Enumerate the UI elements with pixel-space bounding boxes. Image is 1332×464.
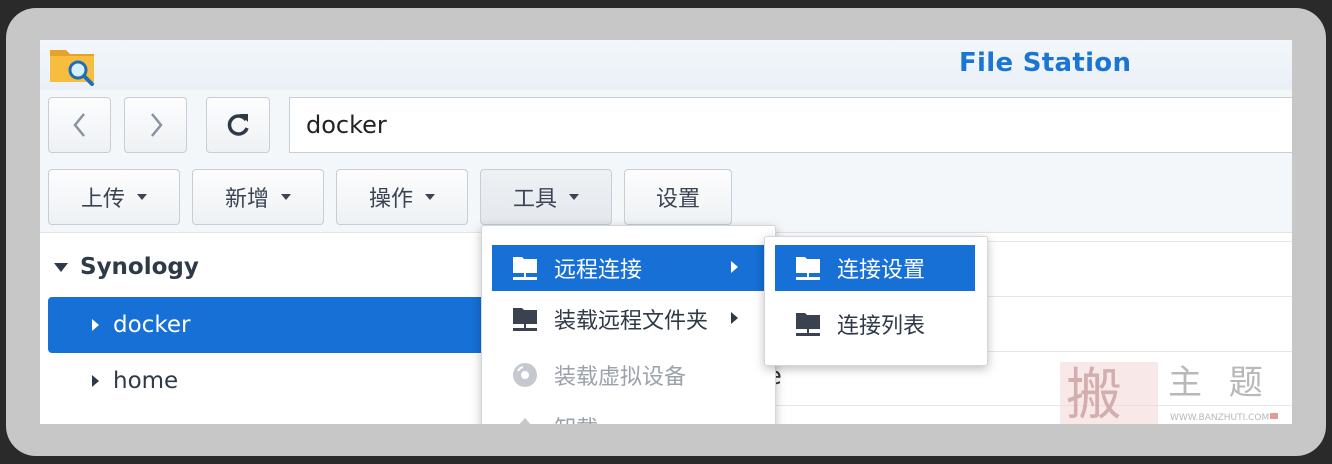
eject-icon [519,418,531,424]
settings-button[interactable]: 设置 [624,169,732,225]
menu-item-label: 卸载 [554,411,598,424]
menu-item-label: 装载远程文件夹 [554,309,709,334]
svg-text:WWW.BANZHUTI.COM: WWW.BANZHUTI.COM [1170,413,1269,423]
network-folder-icon [513,257,537,280]
network-folder-icon [513,308,537,331]
menu-item-mount-remote-folder[interactable]: 装载远程文件夹 [492,296,764,342]
disc-icon [513,363,537,387]
tree-root-synology[interactable]: Synology [54,254,199,280]
chevron-left-icon [72,113,85,137]
forward-button[interactable] [124,97,187,153]
create-button[interactable]: 新增 [192,169,324,225]
menu-item-label: 连接设置 [837,258,926,283]
action-button[interactable]: 操作 [336,169,468,225]
tree-item-home[interactable]: home [48,353,508,409]
menu-item-label: 装载虚拟设备 [554,365,687,390]
svg-text:搬: 搬 [1066,363,1122,424]
caret-down-icon [569,194,579,200]
chevron-right-icon [150,113,163,137]
file-station-app-icon [50,50,94,86]
expanded-triangle-icon [54,262,68,272]
submenu-arrow-icon [731,312,738,324]
menu-item-connection-settings[interactable]: 连接设置 [775,245,975,291]
tree-item-label: docker [113,312,191,338]
tools-button[interactable]: 工具 [480,169,612,225]
file-station-window: File Station docker 上传 新增 操作 工具 设置 Synol… [40,40,1292,424]
svg-text:主 题: 主 题 [1168,363,1271,403]
caret-down-icon [281,194,291,200]
refresh-button[interactable] [206,97,270,153]
menu-item-mount-virtual-drive[interactable]: 装载虚拟设备 [492,352,764,398]
collapsed-triangle-icon [92,319,99,331]
tree-item-docker[interactable]: docker [48,297,508,353]
create-label: 新增 [224,187,269,212]
menu-item-unmount[interactable]: 卸载 [492,404,764,424]
submenu-arrow-icon [731,261,738,273]
collapsed-triangle-icon [92,375,99,387]
action-label: 操作 [368,187,413,212]
refresh-icon [227,114,249,136]
path-input[interactable]: docker [289,97,1292,153]
menu-item-label: 连接列表 [837,314,926,339]
tools-label: 工具 [512,187,557,212]
path-text: docker [306,111,387,139]
network-folder-icon [796,257,820,280]
caret-down-icon [425,194,435,200]
back-button[interactable] [48,97,111,153]
caret-down-icon [137,194,147,200]
tree-item-label: home [113,368,179,394]
upload-label: 上传 [80,187,125,212]
window-title: File Station [959,48,1132,78]
upload-button[interactable]: 上传 [48,169,180,225]
remote-connection-submenu: 连接设置 连接列表 [764,236,988,366]
watermark-logo: 搬 主 题 WWW.BANZHUTI.COM [1060,362,1278,424]
network-folder-icon [796,313,820,336]
tree-root-label: Synology [80,254,199,280]
title-bar: File Station [40,40,1292,90]
tools-dropdown-menu: 远程连接 装载远程文件夹 装载虚拟设备 卸载 [481,225,776,424]
menu-item-label: 远程连接 [554,258,643,283]
menu-item-connection-list[interactable]: 连接列表 [775,301,975,347]
menu-item-remote-connection[interactable]: 远程连接 [492,245,764,291]
settings-label: 设置 [655,187,700,212]
